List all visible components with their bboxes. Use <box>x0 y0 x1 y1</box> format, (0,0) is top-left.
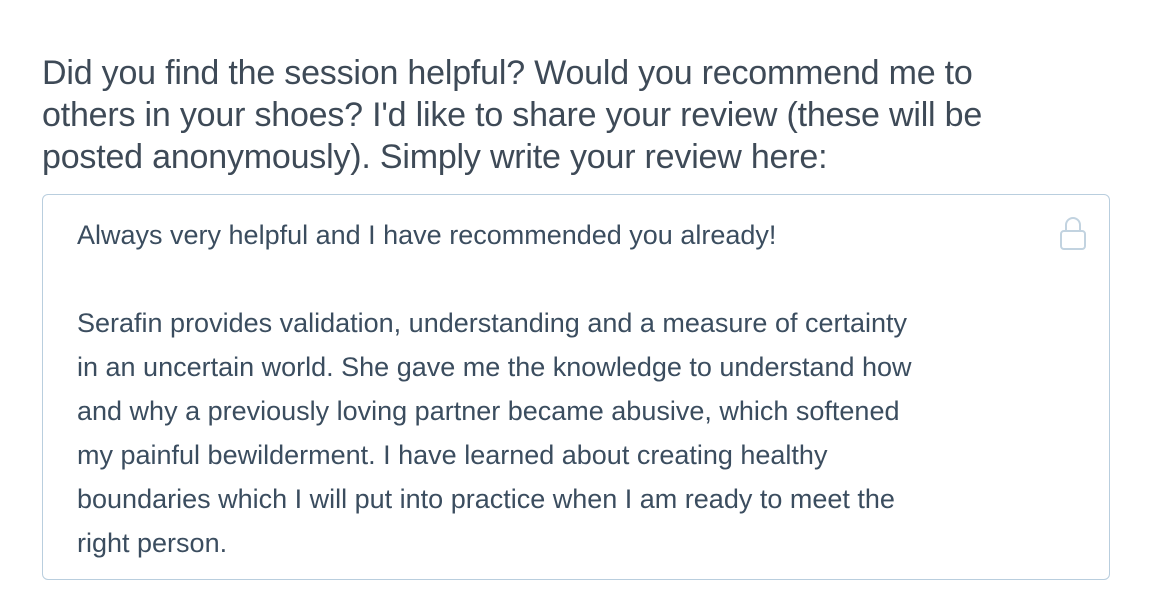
review-textarea[interactable]: Always very helpful and I have recommend… <box>42 194 1110 580</box>
lock-icon <box>1059 215 1087 251</box>
review-text[interactable]: Always very helpful and I have recommend… <box>77 213 1037 565</box>
review-prompt: Did you find the session helpful? Would … <box>42 54 983 176</box>
